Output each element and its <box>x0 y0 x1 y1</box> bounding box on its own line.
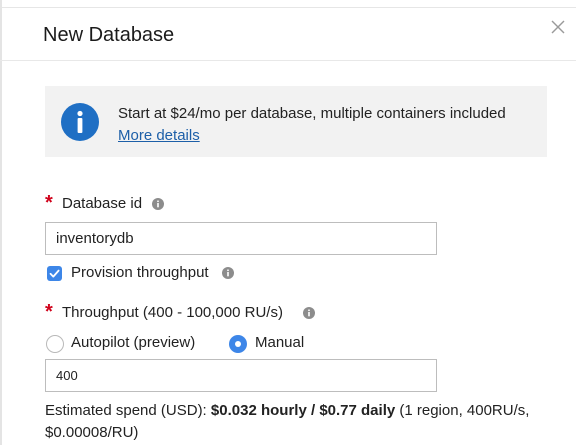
required-marker: * <box>45 301 53 323</box>
provision-throughput-checkbox[interactable] <box>47 266 62 281</box>
manual-radio[interactable] <box>229 335 247 353</box>
database-id-input[interactable] <box>45 222 437 255</box>
info-banner: Start at $24/mo per database, multiple c… <box>45 86 547 157</box>
close-button[interactable] <box>549 18 567 36</box>
info-help-icon[interactable] <box>152 198 164 210</box>
provision-throughput-label: Provision throughput <box>71 264 209 281</box>
estimate-hourly: $0.032 hourly <box>210 402 307 419</box>
autopilot-radio[interactable] <box>46 335 64 353</box>
top-strip <box>0 0 576 8</box>
info-help-icon[interactable] <box>222 267 234 279</box>
close-icon <box>551 20 565 34</box>
left-edge <box>0 0 2 445</box>
dialog-title: New Database <box>43 24 175 46</box>
throughput-input[interactable] <box>45 359 437 392</box>
info-help-icon[interactable] <box>303 307 315 319</box>
estimate-daily: $0.77 daily <box>319 402 396 419</box>
required-marker: * <box>45 192 53 214</box>
autopilot-label: Autopilot (preview) <box>71 334 196 351</box>
throughput-label: Throughput (400 - 100,000 RU/s) <box>62 304 283 321</box>
info-text: Start at $24/mo per database, multiple c… <box>118 105 506 122</box>
manual-label: Manual <box>255 334 305 351</box>
estimate-prefix: Estimated spend (USD): <box>45 402 211 419</box>
database-id-label: Database id <box>62 195 143 212</box>
checkmark-icon <box>49 269 60 278</box>
title-divider <box>0 60 576 61</box>
more-details-link[interactable]: More details <box>118 127 200 144</box>
info-icon <box>61 103 99 141</box>
estimate-separator: / <box>306 402 320 419</box>
estimated-spend: Estimated spend (USD): $0.032 hourly / $… <box>45 400 545 444</box>
